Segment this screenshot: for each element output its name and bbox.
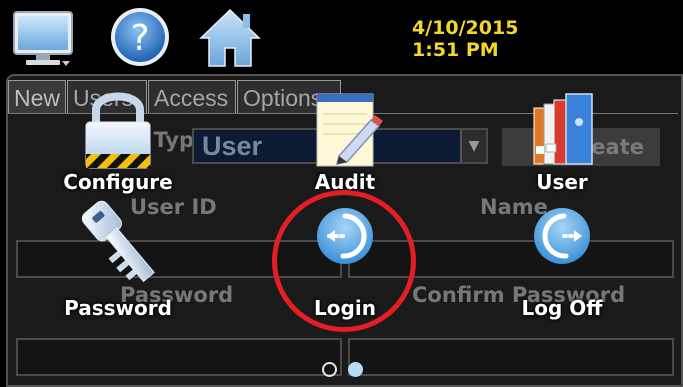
monitor-icon[interactable] <box>12 6 76 68</box>
page-dot-2[interactable] <box>348 362 363 377</box>
help-icon[interactable]: ? <box>104 6 176 68</box>
page-dot-1[interactable] <box>322 362 337 377</box>
confirm-password-field[interactable] <box>348 338 674 376</box>
configure-tile[interactable]: Configure <box>38 84 198 214</box>
log-off-label: Log Off <box>521 296 603 320</box>
user-type-value: User <box>202 131 263 161</box>
notepad-pencil-icon <box>265 90 425 170</box>
user-label: User <box>536 170 588 194</box>
binders-icon <box>482 88 642 168</box>
log-off-tile[interactable]: Log Off <box>482 200 642 330</box>
password-tile[interactable]: Password <box>38 200 198 330</box>
logoff-arrow-icon <box>482 204 642 268</box>
status-bar: ? 4/10/2015 1:51 PM <box>0 0 683 72</box>
password-field[interactable] <box>16 338 342 376</box>
user-tile[interactable]: User <box>482 84 642 214</box>
current-date: 4/10/2015 <box>412 17 519 39</box>
current-time: 1:51 PM <box>412 39 499 61</box>
key-icon <box>38 200 198 296</box>
password-label-tile: Password <box>64 296 172 320</box>
configure-label: Configure <box>63 170 173 194</box>
login-highlight-ring <box>272 190 416 332</box>
svg-text:?: ? <box>130 18 149 59</box>
home-icon[interactable] <box>196 6 264 68</box>
padlock-icon <box>38 88 198 172</box>
